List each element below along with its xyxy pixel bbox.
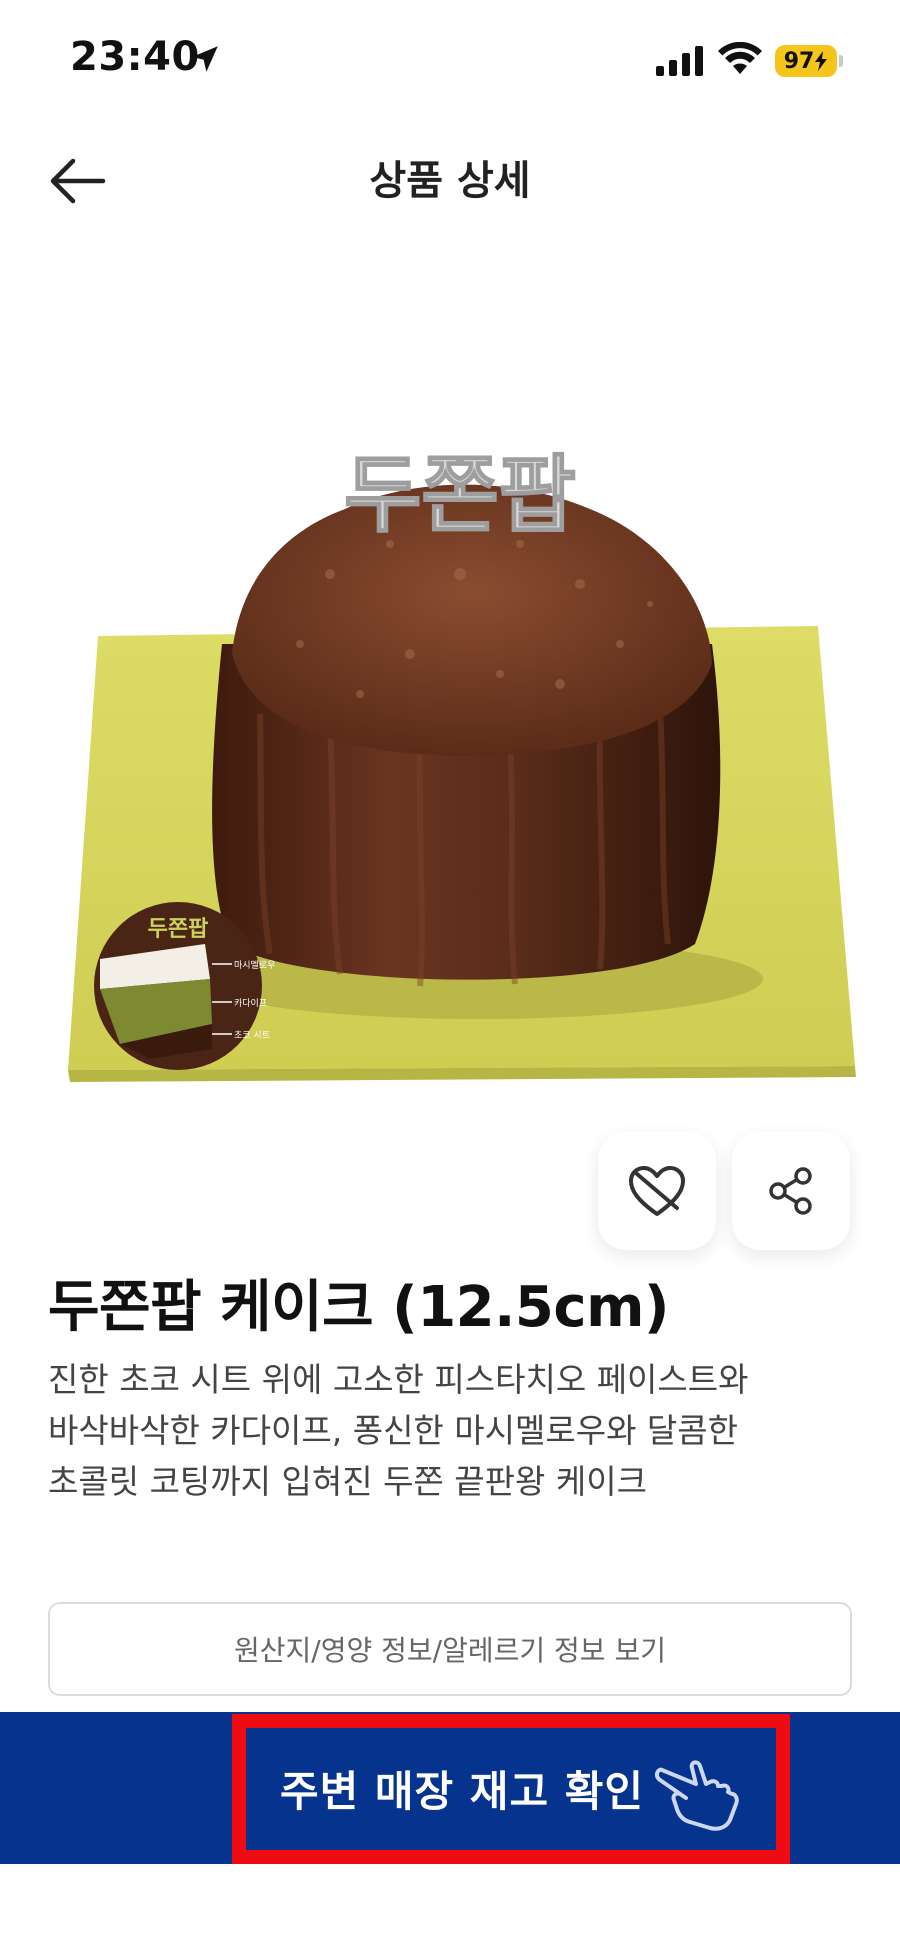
wifi-icon <box>718 42 762 74</box>
heart-outline-icon <box>629 1166 685 1216</box>
product-description: 진한 초코 시트 위에 고소한 피스타치오 페이스트와 바삭바삭한 카다이프, … <box>48 1354 868 1507</box>
cake-illustration: 두쫀팝 두쫀팝 마시멜로우 카다이프 초코 시트 <box>68 445 856 1082</box>
product-name: 두쫀팝 케이크 (12.5cm) <box>48 1275 670 1340</box>
check-stock-button[interactable]: 주변 매장 재고 확인 <box>254 1734 768 1842</box>
inset-label-2: 카다이프 <box>234 998 267 1009</box>
inset-label-1: 마시멜로우 <box>234 959 275 971</box>
status-time: 23:40 <box>70 34 200 80</box>
page-title: 상품 상세 <box>369 158 531 204</box>
location-arrow-icon <box>192 46 218 72</box>
header: 상품 상세 <box>0 118 900 244</box>
status-bar: 23:40 97 <box>0 0 900 118</box>
inset-label-3: 초코 시트 <box>234 1030 270 1041</box>
description-line: 진한 초코 시트 위에 고소한 피스타치오 페이스트와 <box>48 1360 749 1399</box>
bottom-safe-area <box>0 1864 900 1947</box>
cellular-signal-icon <box>656 46 703 76</box>
cake-topper-text: 두쫀팝 <box>344 446 576 544</box>
check-stock-label: 주변 매장 재고 확인 <box>280 1766 644 1816</box>
wish-button[interactable] <box>598 1132 716 1250</box>
pointing-hand-icon <box>654 1760 739 1831</box>
share-button[interactable] <box>732 1132 850 1250</box>
nutrition-info-button[interactable]: 원산지/영양 정보/알레르기 정보 보기 <box>48 1602 852 1696</box>
battery-indicator: 97 <box>775 45 837 77</box>
charging-bolt-icon <box>815 51 828 71</box>
battery-tip <box>839 55 843 67</box>
description-line: 바삭바삭한 카다이프, 퐁신한 마시멜로우와 달콤한 <box>48 1411 739 1450</box>
inset-title: 두쫀팝 <box>148 917 209 942</box>
description-line: 초콜릿 코팅까지 입혀진 두쫀 끝판왕 케이크 <box>48 1462 647 1501</box>
product-image: 두쫀팝 두쫀팝 마시멜로우 카다이프 초코 시트 <box>0 244 900 1124</box>
battery-level: 97 <box>783 48 815 74</box>
share-icon <box>769 1167 812 1215</box>
